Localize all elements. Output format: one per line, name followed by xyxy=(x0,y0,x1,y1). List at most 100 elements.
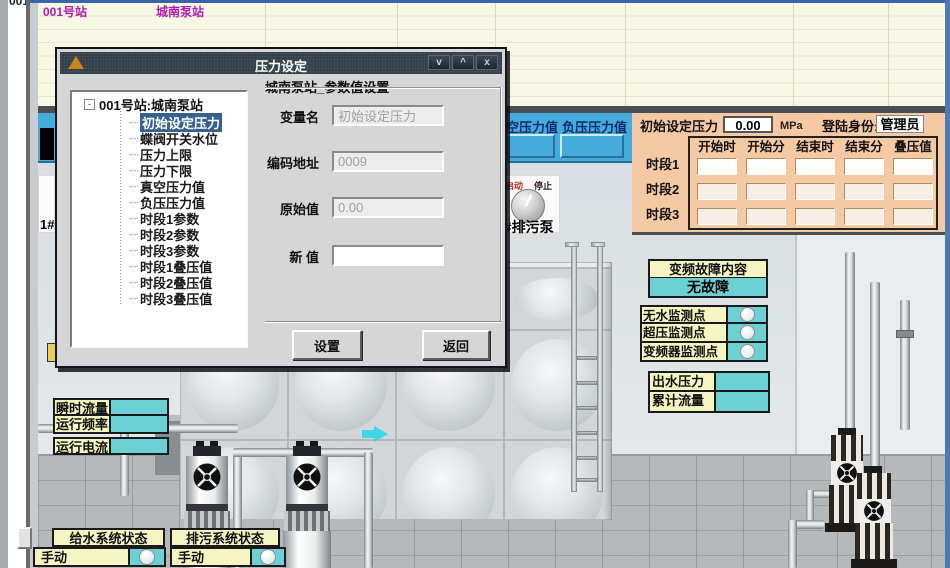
variable-name-field: 初始设定压力 xyxy=(332,105,444,126)
initial-pressure-value: 0.00 xyxy=(723,116,773,133)
metric-label: 出水压力 xyxy=(648,371,716,392)
schedule-cell[interactable] xyxy=(893,158,933,175)
schedule-cell[interactable] xyxy=(795,158,835,175)
period1-label: 时段1 xyxy=(646,158,679,171)
status-lamp-icon xyxy=(740,307,755,322)
dialog-titlebar[interactable]: 压力设定 v ^ x xyxy=(60,52,502,74)
left-white-column xyxy=(8,0,26,568)
schedule-cell[interactable] xyxy=(697,183,737,200)
groupbox-line xyxy=(500,87,502,323)
pressure-unit: MPa xyxy=(780,120,803,132)
metric-label: 运行电流 xyxy=(53,437,111,455)
table-column-divider xyxy=(625,3,626,106)
right-blue-border xyxy=(945,0,950,568)
table-column-divider xyxy=(888,3,889,106)
monitor-indicator xyxy=(728,305,768,324)
scada-screen: 001 001号站 城南泵站 xyxy=(0,0,950,568)
maximize-button[interactable]: ^ xyxy=(452,55,474,70)
left-metrics: 瞬时流量 运行频率 运行电流 xyxy=(53,398,169,455)
field-label: 变量名 xyxy=(219,111,319,124)
vfd-fault-header: 变频故障内容 xyxy=(648,259,768,279)
schedule-cell[interactable] xyxy=(746,158,786,175)
initial-pressure-label: 初始设定压力 xyxy=(640,120,718,133)
flow-metrics: 出水压力 累计流量 xyxy=(648,371,770,413)
metric-label: 累计流量 xyxy=(648,392,716,413)
small-button[interactable] xyxy=(17,527,32,549)
left-gray-strip xyxy=(30,0,38,568)
col-header: 结束时 xyxy=(791,141,839,154)
schedule-cell[interactable] xyxy=(746,183,786,200)
water-system-header: 给水系统状态 xyxy=(52,528,165,547)
schedule-cell[interactable] xyxy=(844,183,884,200)
pump-fan-icon xyxy=(863,500,885,522)
pressure-setting-dialog: 压力设定 v ^ x - 001号站:城南泵站 初始设定压力 蝶阀开关水位 压力… xyxy=(55,47,507,368)
negative-pressure-value-box xyxy=(560,134,624,158)
station-id-cell[interactable]: 001号站 xyxy=(43,3,87,20)
status-lamp-icon xyxy=(139,549,155,565)
metric-value xyxy=(716,371,770,392)
code-address-field: 0009 xyxy=(332,151,444,172)
field-label: 编码地址 xyxy=(219,157,319,170)
sewage-system-header: 排污系统状态 xyxy=(170,528,280,547)
table-column-divider xyxy=(793,3,794,106)
vfd-fault-status: 无故障 xyxy=(648,277,768,298)
schedule-cell[interactable] xyxy=(697,158,737,175)
status-lamp-icon xyxy=(260,549,276,565)
close-button[interactable]: x xyxy=(476,55,498,70)
period2-label: 时段2 xyxy=(646,183,679,196)
col-header: 叠压值 xyxy=(889,141,937,154)
schedule-cell[interactable] xyxy=(795,208,835,225)
left-frame-strip xyxy=(0,0,8,568)
schedule-cell[interactable] xyxy=(893,183,933,200)
pump-fan-icon xyxy=(292,462,322,492)
tank-right-shade xyxy=(604,262,612,520)
water-system-mode-row: 手动 xyxy=(33,547,166,567)
col-header: 结束分 xyxy=(840,141,888,154)
set-button[interactable]: 设置 xyxy=(292,330,362,360)
sewage-system-mode-row: 手动 xyxy=(170,547,286,567)
metric-label: 瞬时流量 xyxy=(53,398,111,416)
pump-fan-icon xyxy=(192,462,222,492)
minimize-button[interactable]: v xyxy=(428,55,450,70)
metric-label: 运行频率 xyxy=(53,416,111,434)
field-label: 原始值 xyxy=(219,203,319,216)
schedule-table: 开始时 开始分 结束时 结束分 叠压值 xyxy=(688,136,938,230)
schedule-cell[interactable] xyxy=(844,158,884,175)
col-header: 开始时 xyxy=(693,141,741,154)
return-button[interactable]: 返回 xyxy=(422,330,490,360)
tree-guide-line xyxy=(120,108,121,304)
original-value-field: 0.00 xyxy=(332,197,444,218)
pump-graphic-fragment xyxy=(40,128,54,160)
schedule-cell[interactable] xyxy=(893,208,933,225)
schedule-cell[interactable] xyxy=(697,208,737,225)
vacuum-pressure-value-box xyxy=(503,134,555,158)
col-header: 开始分 xyxy=(742,141,790,154)
metric-value xyxy=(111,416,169,434)
schedule-cell[interactable] xyxy=(844,208,884,225)
top-blue-border xyxy=(30,0,945,3)
schedule-cell[interactable] xyxy=(795,183,835,200)
station-name-cell[interactable]: 城南泵站 xyxy=(156,3,204,20)
monitor-label: 变频器监测点 xyxy=(640,343,728,362)
monitor-label: 超压监测点 xyxy=(640,324,728,343)
new-value-input[interactable] xyxy=(332,245,444,266)
mode-indicator xyxy=(130,547,166,567)
tree-item[interactable]: 时段3叠压值 xyxy=(72,290,246,306)
monitor-label: 无水监测点 xyxy=(640,305,728,324)
tree-expand-icon[interactable]: - xyxy=(84,99,95,110)
login-identity-value: 管理员 xyxy=(876,115,924,133)
status-lamp-icon xyxy=(740,325,755,340)
pressure-settings-panel: 初始设定压力 0.00 MPa 登陆身份: 管理员 开始时 开始分 结束时 结束… xyxy=(632,113,945,235)
metric-value xyxy=(111,398,169,416)
flow-arrow-icon xyxy=(362,430,374,438)
metric-value xyxy=(111,437,169,455)
groupbox-line xyxy=(265,87,502,89)
mode-label: 手动 xyxy=(170,547,252,567)
flow-arrow-icon xyxy=(374,426,388,442)
monitor-indicator xyxy=(728,324,768,343)
stop-label: 停止 xyxy=(534,179,552,192)
period3-label: 时段3 xyxy=(646,208,679,221)
schedule-cell[interactable] xyxy=(746,208,786,225)
tree-root[interactable]: - 001号站:城南泵站 xyxy=(72,96,246,112)
login-identity-label: 登陆身份: xyxy=(822,120,878,133)
